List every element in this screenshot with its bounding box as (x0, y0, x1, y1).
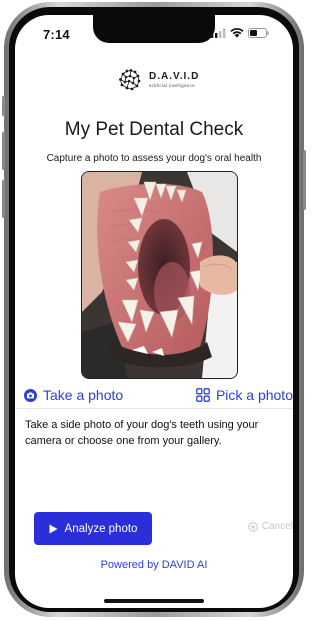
phone-power-button (303, 150, 306, 210)
powered-by-link[interactable]: Powered by DAVID AI (15, 559, 293, 571)
dog-teeth-photo (81, 171, 238, 379)
take-photo-button[interactable]: Take a photo (24, 387, 123, 403)
phone-volume-up-button (2, 132, 5, 170)
wifi-icon (230, 28, 244, 38)
page-subtitle: Capture a photo to assess your dog's ora… (46, 153, 262, 164)
analyze-photo-label: Analyze photo (64, 522, 138, 535)
camera-icon (24, 388, 37, 402)
dog-teeth-illustration (82, 172, 237, 378)
close-circle-icon (248, 521, 258, 532)
brain-icon (119, 69, 141, 91)
cancel-button[interactable]: Cancel (248, 521, 293, 532)
instructions-text: Take a side photo of your dog's teeth us… (25, 419, 259, 447)
cellular-signal-icon (211, 28, 226, 38)
app-screenshot: 7:14 D.A.V.I.D artificial intelligence M… (0, 0, 308, 621)
brand-tagline: artificial intelligence (149, 82, 195, 88)
phone-screen: 7:14 D.A.V.I.D artificial intelligence M… (15, 15, 293, 608)
status-time: 7:14 (43, 27, 70, 42)
home-indicator[interactable] (104, 599, 204, 603)
notch (93, 15, 215, 43)
phone-volume-down-button (2, 180, 5, 218)
phone-action-button (2, 96, 5, 116)
divider (15, 408, 293, 409)
brand-name: D.A.V.I.D (149, 70, 200, 82)
battery-icon (248, 28, 269, 38)
pick-photo-button[interactable]: Pick a photo (196, 387, 293, 403)
brand-logo: D.A.V.I.D artificial intelligence (117, 67, 199, 93)
pick-photo-label: Pick a photo (215, 387, 293, 403)
brand-text: D.A.V.I.D artificial intelligence (149, 70, 200, 89)
status-icons (211, 28, 269, 38)
play-icon (49, 524, 58, 533)
page-title: My Pet Dental Check (64, 119, 244, 140)
grid-icon (196, 388, 210, 402)
cancel-label: Cancel (261, 521, 293, 532)
analyze-photo-button[interactable]: Analyze photo (34, 512, 152, 545)
photo-actions: Take a photo Pick a photo (24, 384, 293, 406)
take-photo-label: Take a photo (43, 387, 124, 403)
